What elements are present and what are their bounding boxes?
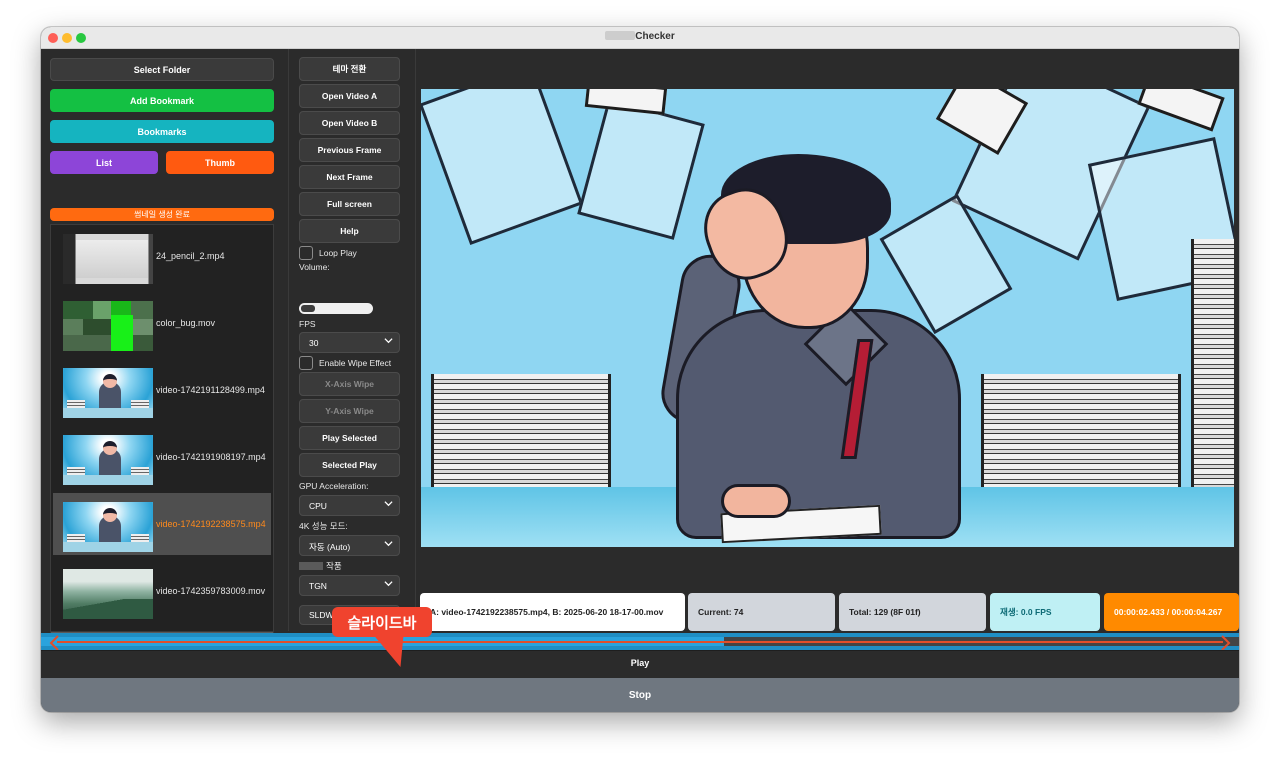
file-pair-status: A: video-1742192238575.mp4, B: 2025-06-2… <box>420 593 685 631</box>
enable-wipe-checkbox[interactable]: Enable Wipe Effect <box>299 356 391 370</box>
loop-play-checkbox[interactable]: Loop Play <box>299 246 357 260</box>
file-thumbnail <box>63 368 153 418</box>
stop-button[interactable]: Stop <box>41 678 1239 712</box>
next-frame-button[interactable]: Next Frame <box>299 165 400 189</box>
file-name: color_bug.mov <box>156 318 216 328</box>
chevron-down-icon <box>384 581 393 587</box>
volume-slider-handle[interactable] <box>301 305 315 312</box>
file-thumbnail <box>63 435 153 485</box>
file-item[interactable]: video-1742359783009.mov <box>53 560 271 622</box>
4k-mode-select[interactable]: 자동 (Auto) <box>299 535 400 556</box>
chevron-down-icon <box>384 338 393 344</box>
list-view-button[interactable]: List <box>50 151 158 174</box>
volume-slider[interactable] <box>299 303 373 314</box>
gpu-select[interactable]: CPU <box>299 495 400 516</box>
theme-toggle-button[interactable]: 테마 전환 <box>299 57 400 81</box>
open-video-a-button[interactable]: Open Video A <box>299 84 400 108</box>
file-item-selected[interactable]: video-1742192238575.mp4 <box>53 493 271 555</box>
checkbox-box[interactable] <box>299 356 313 370</box>
file-name: video-1742359783009.mov <box>156 586 266 596</box>
volume-label: Volume: <box>299 262 330 272</box>
annotation-double-arrow <box>57 641 1223 643</box>
redacted-name <box>605 31 636 40</box>
work-select[interactable]: TGN <box>299 575 400 596</box>
file-thumbnail <box>63 569 153 619</box>
play-selected-button[interactable]: Play Selected <box>299 426 400 450</box>
file-item[interactable]: color_bug.mov <box>53 292 271 354</box>
fps-label: FPS <box>299 319 316 329</box>
file-item[interactable]: video-1742191128499.mp4 <box>53 359 271 421</box>
left-panel: Select Folder Add Bookmark Bookmarks Lis… <box>41 49 284 646</box>
help-button[interactable]: Help <box>299 219 400 243</box>
redacted-label <box>299 562 323 570</box>
4k-mode-label: 4K 성능 모드: <box>299 521 348 531</box>
gpu-acceleration-label: GPU Acceleration: <box>299 481 369 491</box>
x-axis-wipe-button[interactable]: X-Axis Wipe <box>299 372 400 396</box>
app-window: Checker Select Folder Add Bookmark Bookm… <box>41 27 1239 712</box>
file-thumbnail <box>63 502 153 552</box>
current-frame-status: Current: 74 <box>688 593 835 631</box>
controls-panel: 테마 전환 Open Video A Open Video B Previous… <box>288 49 416 631</box>
window-title: Checker <box>41 31 1239 42</box>
playback-fps-status: 재생: 0.0 FPS <box>990 593 1100 631</box>
arrow-right-icon <box>1221 635 1231 650</box>
seek-slider[interactable] <box>41 633 1239 650</box>
file-item[interactable]: 24_pencil_2.mp4 <box>53 225 271 287</box>
total-frames-status: Total: 129 (8F 01f) <box>839 593 986 631</box>
file-thumbnail <box>63 234 153 284</box>
timecode-status: 00:00:02.433 / 00:00:04.267 <box>1104 593 1239 631</box>
file-item[interactable]: video-1742191908197.mp4 <box>53 426 271 488</box>
chevron-down-icon <box>384 501 393 507</box>
video-display[interactable] <box>421 89 1234 547</box>
file-name: 24_pencil_2.mp4 <box>156 251 225 261</box>
fps-select[interactable]: 30 <box>299 332 400 353</box>
file-list[interactable]: 24_pencil_2.mp4 color_bug.mov video-1742… <box>50 224 274 646</box>
title-bar: Checker <box>41 27 1239 49</box>
chevron-down-icon <box>384 541 393 547</box>
add-bookmark-button[interactable]: Add Bookmark <box>50 89 274 112</box>
file-name: video-1742192238575.mp4 <box>156 519 266 529</box>
previous-frame-button[interactable]: Previous Frame <box>299 138 400 162</box>
checkbox-box[interactable] <box>299 246 313 260</box>
play-button[interactable]: Play <box>41 650 1239 674</box>
bookmarks-button[interactable]: Bookmarks <box>50 120 274 143</box>
slider-callout: 슬라이드바 <box>332 607 432 637</box>
work-label: 작품 <box>299 560 342 572</box>
file-name: video-1742191128499.mp4 <box>156 385 265 395</box>
y-axis-wipe-button[interactable]: Y-Axis Wipe <box>299 399 400 423</box>
file-thumbnail <box>63 301 153 351</box>
open-video-b-button[interactable]: Open Video B <box>299 111 400 135</box>
thumb-view-button[interactable]: Thumb <box>166 151 274 174</box>
full-screen-button[interactable]: Full screen <box>299 192 400 216</box>
select-folder-button[interactable]: Select Folder <box>50 58 274 81</box>
file-name: video-1742191908197.mp4 <box>156 452 266 462</box>
arrow-left-icon <box>49 635 59 650</box>
thumbnail-progress-bar: 썸네일 생성 완료 <box>50 208 274 221</box>
selected-play-button[interactable]: Selected Play <box>299 453 400 477</box>
